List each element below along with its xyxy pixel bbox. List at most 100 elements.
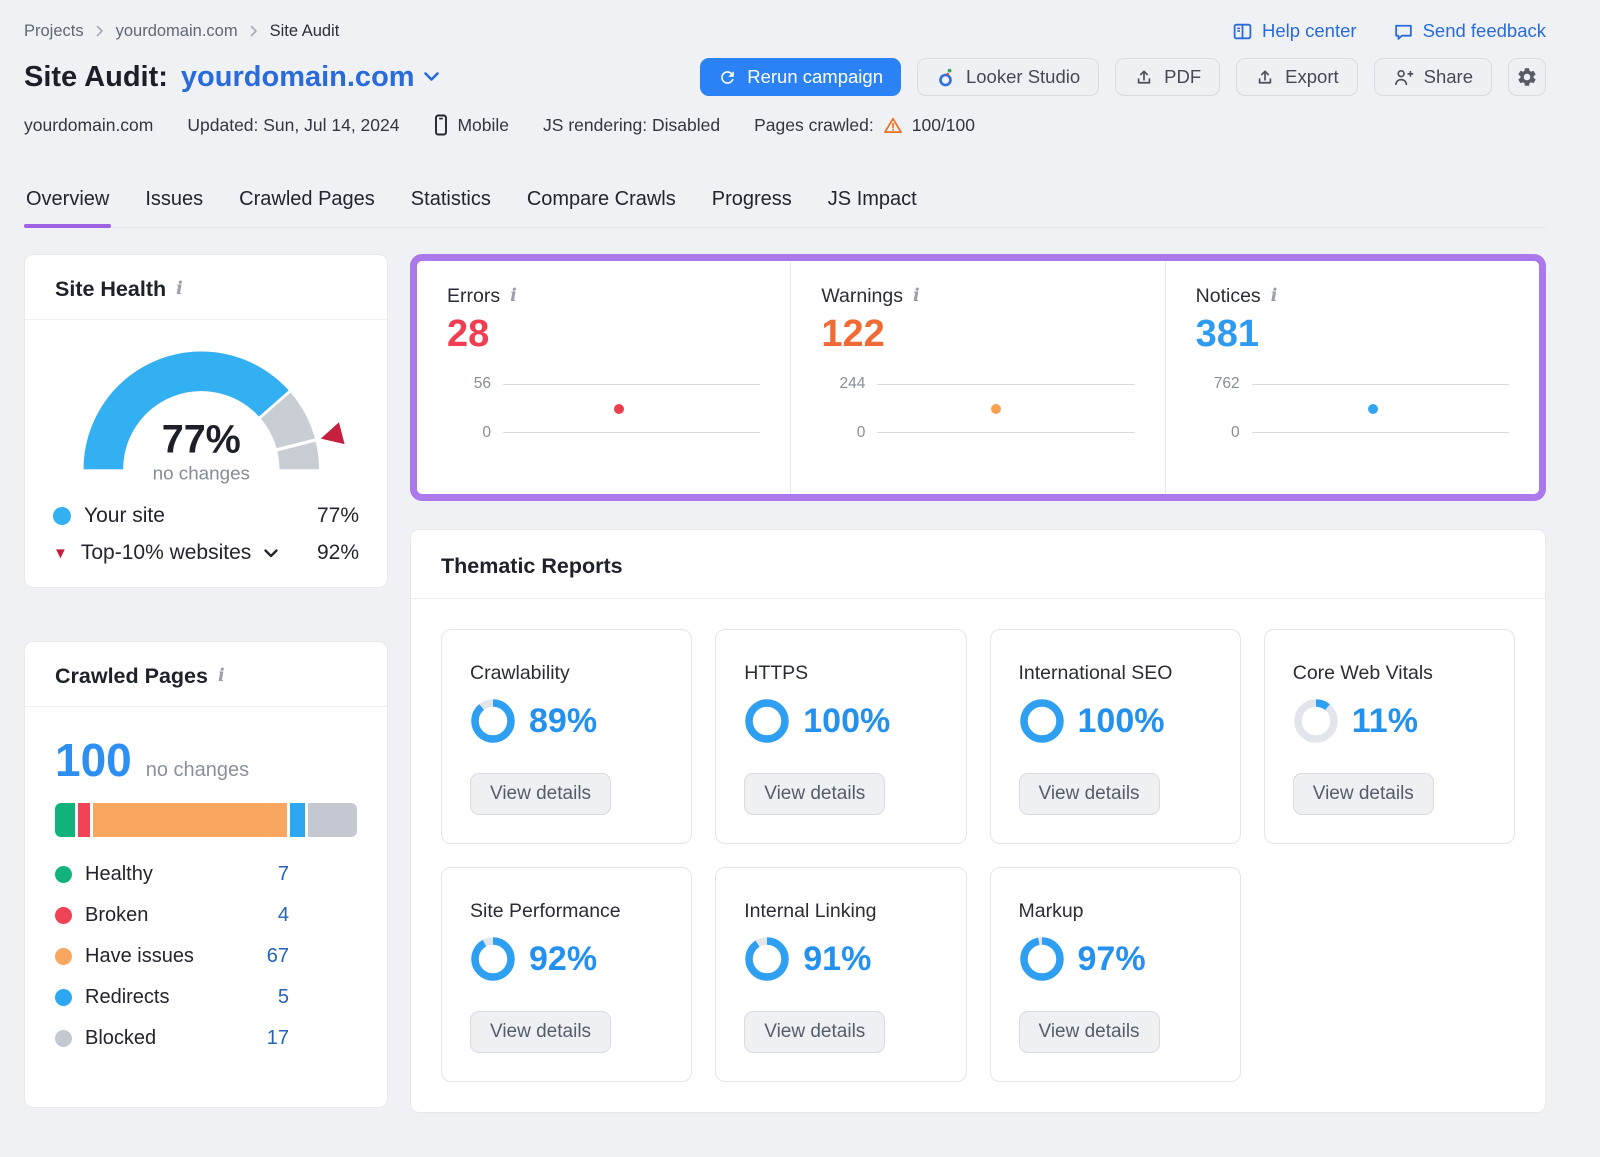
- legend-row-redirects[interactable]: Redirects 5: [55, 986, 289, 1009]
- view-details-button[interactable]: View details: [1019, 1011, 1160, 1053]
- export-button[interactable]: Export: [1236, 58, 1357, 96]
- blocked-value[interactable]: 17: [267, 1027, 289, 1050]
- project-selector[interactable]: yourdomain.com: [181, 61, 439, 94]
- meta-js-rendering: JS rendering: Disabled: [543, 115, 720, 136]
- crawled-pages-legend: Healthy 7 Broken 4 Have issues 67: [55, 863, 289, 1050]
- progress-ring-icon: [470, 698, 516, 744]
- info-icon[interactable]: i: [176, 281, 183, 299]
- warnings-value[interactable]: 122: [821, 314, 1134, 356]
- tab-issues[interactable]: Issues: [143, 182, 205, 227]
- warnings-label: Warnings: [821, 285, 903, 308]
- meta-domain: yourdomain.com: [24, 115, 153, 136]
- bar-segment-blocked: [308, 803, 357, 837]
- view-details-button[interactable]: View details: [1019, 773, 1160, 815]
- warnings-plot-area: [877, 384, 1134, 433]
- legend-row-blocked[interactable]: Blocked 17: [55, 1027, 289, 1050]
- have-issues-value[interactable]: 67: [267, 945, 289, 968]
- pdf-button[interactable]: PDF: [1115, 58, 1220, 96]
- benchmark-triangle-icon: ▼: [53, 546, 68, 561]
- notices-header: Notices i: [1196, 285, 1509, 308]
- meta-pages-crawled: Pages crawled: 100/100: [754, 115, 975, 136]
- crawled-pages-count-row: 100 no changes: [55, 733, 357, 787]
- axis-max-label: 762: [1214, 375, 1240, 393]
- chevron-down-icon[interactable]: [264, 549, 278, 558]
- info-icon[interactable]: i: [510, 288, 517, 306]
- view-details-button[interactable]: View details: [470, 1011, 611, 1053]
- thematic-reports-title: Thematic Reports: [441, 554, 623, 579]
- healthy-value[interactable]: 7: [278, 863, 289, 886]
- thematic-score-value: 100%: [1078, 702, 1165, 741]
- healthy-label: Healthy: [85, 863, 153, 886]
- send-feedback-link[interactable]: Send feedback: [1393, 20, 1546, 42]
- help-center-link[interactable]: Help center: [1232, 20, 1357, 42]
- legend-row-broken[interactable]: Broken 4: [55, 904, 289, 927]
- errors-value[interactable]: 28: [447, 314, 760, 356]
- meta-device: Mobile: [433, 114, 509, 136]
- benchmark-label[interactable]: Top-10% websites: [81, 541, 251, 565]
- rerun-campaign-button[interactable]: Rerun campaign: [700, 58, 901, 96]
- notices-label: Notices: [1196, 285, 1261, 308]
- tab-compare-crawls[interactable]: Compare Crawls: [525, 182, 678, 227]
- axis-min-label: 0: [1231, 424, 1240, 442]
- tab-overview[interactable]: Overview: [24, 182, 111, 227]
- chevron-right-icon: [96, 25, 104, 37]
- thematic-score-row: 91%: [744, 936, 871, 982]
- breadcrumb-projects[interactable]: Projects: [24, 22, 84, 41]
- legend-row-have-issues[interactable]: Have issues 67: [55, 945, 289, 968]
- refresh-icon: [718, 68, 737, 87]
- thematic-card-https: HTTPS 100% View details: [715, 629, 966, 844]
- view-details-button[interactable]: View details: [1293, 773, 1434, 815]
- share-button[interactable]: Share: [1374, 58, 1492, 96]
- phone-icon: [433, 114, 449, 136]
- tab-statistics[interactable]: Statistics: [409, 182, 493, 227]
- breadcrumb: Projects yourdomain.com Site Audit: [24, 22, 339, 41]
- crawled-pages-total[interactable]: 100: [55, 733, 132, 787]
- broken-value[interactable]: 4: [278, 904, 289, 927]
- warnings-section: Warnings i 122 244 0: [790, 261, 1164, 494]
- view-details-button[interactable]: View details: [470, 773, 611, 815]
- thematic-score-row: 97%: [1019, 936, 1146, 982]
- info-icon[interactable]: i: [913, 288, 920, 306]
- your-site-row: Your site 77%: [53, 504, 359, 528]
- looker-studio-button[interactable]: Looker Studio: [917, 58, 1099, 96]
- gridline: [1252, 384, 1509, 385]
- thematic-score-value: 97%: [1078, 940, 1146, 979]
- send-feedback-label: Send feedback: [1423, 20, 1546, 42]
- progress-ring-icon: [1293, 698, 1339, 744]
- settings-button[interactable]: [1508, 58, 1546, 96]
- info-icon[interactable]: i: [218, 668, 225, 686]
- axis-max-label: 56: [474, 375, 491, 393]
- crawled-pages-card: Crawled Pages i 100 no changes Healthy 7: [24, 641, 388, 1108]
- campaign-meta: yourdomain.com Updated: Sun, Jul 14, 202…: [24, 114, 1546, 136]
- crawled-pages-header: Crawled Pages i: [25, 642, 387, 707]
- project-domain: yourdomain.com: [181, 61, 415, 94]
- person-plus-icon: [1393, 67, 1414, 87]
- redirects-value[interactable]: 5: [278, 986, 289, 1009]
- view-details-button[interactable]: View details: [744, 1011, 885, 1053]
- looker-studio-icon: [936, 66, 956, 88]
- notices-data-point: [1368, 404, 1378, 414]
- errors-plot-area: [503, 384, 760, 433]
- notices-value[interactable]: 381: [1196, 314, 1509, 356]
- bar-segment-broken: [78, 803, 90, 837]
- tab-crawled-pages[interactable]: Crawled Pages: [237, 182, 377, 227]
- share-label: Share: [1424, 66, 1473, 88]
- legend-row-healthy[interactable]: Healthy 7: [55, 863, 289, 886]
- your-site-label: Your site: [84, 504, 165, 528]
- errors-trend-chart: 56 0: [447, 384, 760, 433]
- thematic-card-title: Markup: [1019, 900, 1084, 923]
- errors-data-point: [614, 404, 624, 414]
- thematic-card-core-web-vitals: Core Web Vitals 11% View details: [1264, 629, 1515, 844]
- warnings-trend-chart: 244 0: [821, 384, 1134, 433]
- site-health-body: 77% no changes Your site 77% ▼ Top-10% w…: [25, 320, 387, 587]
- info-icon[interactable]: i: [1271, 288, 1278, 306]
- axis-max-label: 244: [839, 375, 865, 393]
- thematic-card-site-performance: Site Performance 92% View details: [441, 867, 692, 1082]
- top-bar: Projects yourdomain.com Site Audit Help …: [24, 0, 1546, 42]
- tab-js-impact[interactable]: JS Impact: [826, 182, 919, 227]
- tab-progress[interactable]: Progress: [710, 182, 794, 227]
- view-details-button[interactable]: View details: [744, 773, 885, 815]
- warnings-data-point: [991, 404, 1001, 414]
- breadcrumb-domain[interactable]: yourdomain.com: [116, 22, 238, 41]
- left-column: Site Health i 77% no changes: [24, 254, 388, 1108]
